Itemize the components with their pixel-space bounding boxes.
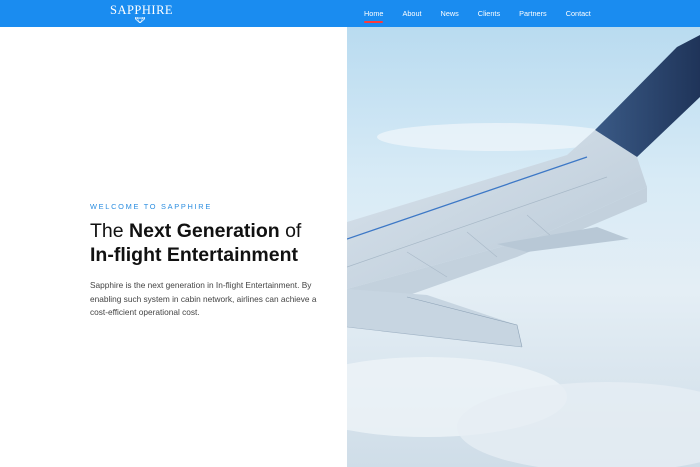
main-nav: Home About News Clients Partners Contact xyxy=(364,0,610,27)
hero-title-part2: of xyxy=(279,220,302,242)
logo-text: SAPPHIRE xyxy=(110,3,174,17)
hero-title-bold2: In-flight Entertainment xyxy=(90,244,298,266)
airplane-wing-illustration xyxy=(347,27,700,467)
hero-description: Sapphire is the next generation in In-fl… xyxy=(90,280,317,317)
hero-title-part1: The xyxy=(90,220,130,242)
hero-eyebrow: WELCOME TO SAPPHIRE xyxy=(90,202,212,211)
nav-partners[interactable]: Partners xyxy=(519,9,547,19)
hero-title: The Next Generation of In-flight Enterta… xyxy=(90,219,301,267)
nav-news[interactable]: News xyxy=(441,9,459,19)
diamond-icon xyxy=(135,17,145,23)
hero-title-bold1: Next Generation xyxy=(129,220,280,242)
nav-contact[interactable]: Contact xyxy=(566,9,591,19)
navbar: SAPPHIRE Home About News Clients Partner… xyxy=(0,0,700,27)
nav-home[interactable]: Home xyxy=(364,9,384,23)
logo[interactable]: SAPPHIRE xyxy=(110,3,174,25)
hero-text-panel: WELCOME TO SAPPHIRE The Next Generation … xyxy=(0,27,347,467)
airplane-wing-image xyxy=(347,27,700,467)
nav-clients[interactable]: Clients xyxy=(478,9,500,19)
nav-about[interactable]: About xyxy=(402,9,421,19)
